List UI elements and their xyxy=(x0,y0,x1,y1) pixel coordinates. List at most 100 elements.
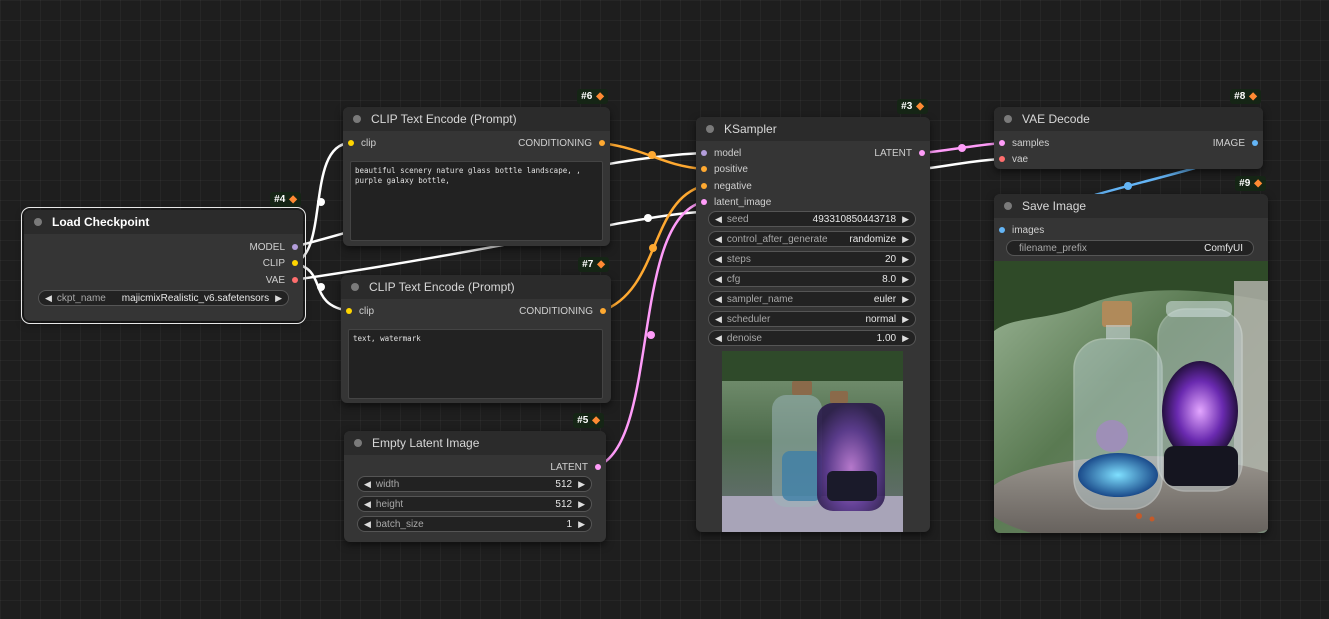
node-clip-text-encode-positive[interactable]: #6 ◆ CLIP Text Encode (Prompt) clip CONDI… xyxy=(343,89,610,246)
node-save-image[interactable]: #9 ◆ Save Image images filename_prefix Com… xyxy=(994,176,1268,533)
arrow-left-icon[interactable]: ◀ xyxy=(715,314,722,325)
input-clip[interactable]: clip xyxy=(346,303,374,319)
collapse-dot-icon[interactable] xyxy=(1004,115,1012,123)
input-images[interactable]: images xyxy=(999,222,1044,238)
slot-dot-icon[interactable] xyxy=(999,140,1005,146)
prompt-textarea[interactable]: text, watermark xyxy=(348,329,603,399)
widget-sampler-name[interactable]: ◀ sampler_name euler ▶ xyxy=(708,291,916,307)
slot-dot-icon[interactable] xyxy=(701,166,707,172)
slot-dot-icon[interactable] xyxy=(292,244,298,250)
output-clip[interactable]: CLIP xyxy=(263,255,298,271)
input-positive[interactable]: positive xyxy=(701,161,748,177)
node-header[interactable]: CLIP Text Encode (Prompt) xyxy=(341,275,611,299)
widget-control-after-generate[interactable]: ◀ control_after_generate randomize ▶ xyxy=(708,231,916,247)
node-empty-latent-image[interactable]: #5 ◆ Empty Latent Image LATENT ◀ width 512 ▶… xyxy=(344,413,606,542)
input-negative[interactable]: negative xyxy=(701,178,752,194)
arrow-right-icon[interactable]: ▶ xyxy=(902,254,909,265)
prompt-textarea[interactable]: beautiful scenery nature glass bottle la… xyxy=(350,161,603,241)
node-header[interactable]: CLIP Text Encode (Prompt) xyxy=(343,107,610,131)
collapse-dot-icon[interactable] xyxy=(706,125,714,133)
widget-seed[interactable]: ◀ seed 493310850443718 ▶ xyxy=(708,211,916,227)
widget-denoise[interactable]: ◀ denoise 1.00 ▶ xyxy=(708,330,916,346)
slot-dot-icon[interactable] xyxy=(701,150,707,156)
widget-filename-prefix[interactable]: filename_prefix ComfyUI xyxy=(1006,240,1254,256)
arrow-right-icon[interactable]: ▶ xyxy=(902,294,909,305)
slot-dot-icon[interactable] xyxy=(1252,140,1258,146)
slot-dot-icon[interactable] xyxy=(999,227,1005,233)
arrow-right-icon[interactable]: ▶ xyxy=(578,479,585,490)
node-badge: #9 ◆ xyxy=(1235,176,1266,191)
arrow-right-icon[interactable]: ▶ xyxy=(578,499,585,510)
arrow-left-icon[interactable]: ◀ xyxy=(715,274,722,285)
node-header[interactable]: Empty Latent Image xyxy=(344,431,606,455)
widget-scheduler[interactable]: ◀ scheduler normal ▶ xyxy=(708,311,916,327)
arrow-left-icon[interactable]: ◀ xyxy=(364,499,371,510)
widget-steps[interactable]: ◀ steps 20 ▶ xyxy=(708,251,916,267)
node-load-checkpoint[interactable]: #4 ◆ Load Checkpoint MODEL CLIP VAE ◀ ckp… xyxy=(21,192,306,324)
fox-icon: ◆ xyxy=(597,259,605,270)
slot-dot-icon[interactable] xyxy=(919,150,925,156)
slot-dot-icon[interactable] xyxy=(595,464,601,470)
node-badge: #6 ◆ xyxy=(577,89,608,104)
arrow-left-icon[interactable]: ◀ xyxy=(715,254,722,265)
node-ksampler[interactable]: #3 ◆ KSampler model LATENT positive negat… xyxy=(696,99,930,532)
collapse-dot-icon[interactable] xyxy=(351,283,359,291)
arrow-left-icon[interactable]: ◀ xyxy=(715,234,722,245)
node-clip-text-encode-negative[interactable]: #7 ◆ CLIP Text Encode (Prompt) clip CONDI… xyxy=(341,257,611,403)
wire-negative xyxy=(601,184,704,313)
collapse-dot-icon[interactable] xyxy=(1004,202,1012,210)
slot-dot-icon[interactable] xyxy=(348,140,354,146)
output-vae[interactable]: VAE xyxy=(266,272,298,288)
widget-height[interactable]: ◀ height 512 ▶ xyxy=(357,496,592,512)
arrow-right-icon[interactable]: ▶ xyxy=(275,293,282,304)
arrow-right-icon[interactable]: ▶ xyxy=(902,274,909,285)
collapse-dot-icon[interactable] xyxy=(353,115,361,123)
arrow-right-icon[interactable]: ▶ xyxy=(902,234,909,245)
arrow-right-icon[interactable]: ▶ xyxy=(902,333,909,344)
output-conditioning[interactable]: CONDITIONING xyxy=(518,135,605,151)
collapse-dot-icon[interactable] xyxy=(354,439,362,447)
arrow-left-icon[interactable]: ◀ xyxy=(715,214,722,225)
widget-cfg[interactable]: ◀ cfg 8.0 ▶ xyxy=(708,271,916,287)
node-header[interactable]: KSampler xyxy=(696,117,930,141)
collapse-dot-icon[interactable] xyxy=(34,218,42,226)
fox-icon: ◆ xyxy=(1249,91,1257,102)
wire-vae-2 xyxy=(929,157,1001,170)
arrow-left-icon[interactable]: ◀ xyxy=(364,519,371,530)
node-header[interactable]: VAE Decode xyxy=(994,107,1263,131)
arrow-left-icon[interactable]: ◀ xyxy=(715,294,722,305)
slot-dot-icon[interactable] xyxy=(292,277,298,283)
output-conditioning[interactable]: CONDITIONING xyxy=(519,303,606,319)
slot-dot-icon[interactable] xyxy=(701,199,707,205)
slot-dot-icon[interactable] xyxy=(701,183,707,189)
output-image[interactable]: IMAGE xyxy=(1213,135,1258,151)
wire-samples xyxy=(921,141,1002,155)
arrow-right-icon[interactable]: ▶ xyxy=(902,314,909,325)
node-vae-decode[interactable]: #8 ◆ VAE Decode samples IMAGE vae xyxy=(994,89,1263,169)
arrow-left-icon[interactable]: ◀ xyxy=(364,479,371,490)
arrow-right-icon[interactable]: ▶ xyxy=(902,214,909,225)
slot-dot-icon[interactable] xyxy=(999,156,1005,162)
slot-dot-icon[interactable] xyxy=(600,308,606,314)
input-samples[interactable]: samples xyxy=(999,135,1049,151)
output-latent[interactable]: LATENT xyxy=(550,459,601,475)
widget-width[interactable]: ◀ width 512 ▶ xyxy=(357,476,592,492)
input-vae[interactable]: vae xyxy=(999,151,1028,167)
output-model[interactable]: MODEL xyxy=(249,239,298,255)
node-badge: #3 ◆ xyxy=(897,99,928,114)
input-model[interactable]: model xyxy=(701,145,741,161)
input-latent-image[interactable]: latent_image xyxy=(701,194,771,210)
slot-dot-icon[interactable] xyxy=(292,260,298,266)
widget-batch-size[interactable]: ◀ batch_size 1 ▶ xyxy=(357,516,592,532)
arrow-left-icon[interactable]: ◀ xyxy=(45,293,52,304)
output-latent[interactable]: LATENT xyxy=(874,145,925,161)
node-header[interactable]: Save Image xyxy=(994,194,1268,218)
slot-dot-icon[interactable] xyxy=(346,308,352,314)
widget-ckpt-name[interactable]: ◀ ckpt_name majicmixRealistic_v6.safeten… xyxy=(38,290,289,306)
slot-dot-icon[interactable] xyxy=(599,140,605,146)
wire-image xyxy=(1094,166,1196,197)
arrow-left-icon[interactable]: ◀ xyxy=(715,333,722,344)
arrow-right-icon[interactable]: ▶ xyxy=(578,519,585,530)
input-clip[interactable]: clip xyxy=(348,135,376,151)
node-header[interactable]: Load Checkpoint xyxy=(24,210,303,234)
